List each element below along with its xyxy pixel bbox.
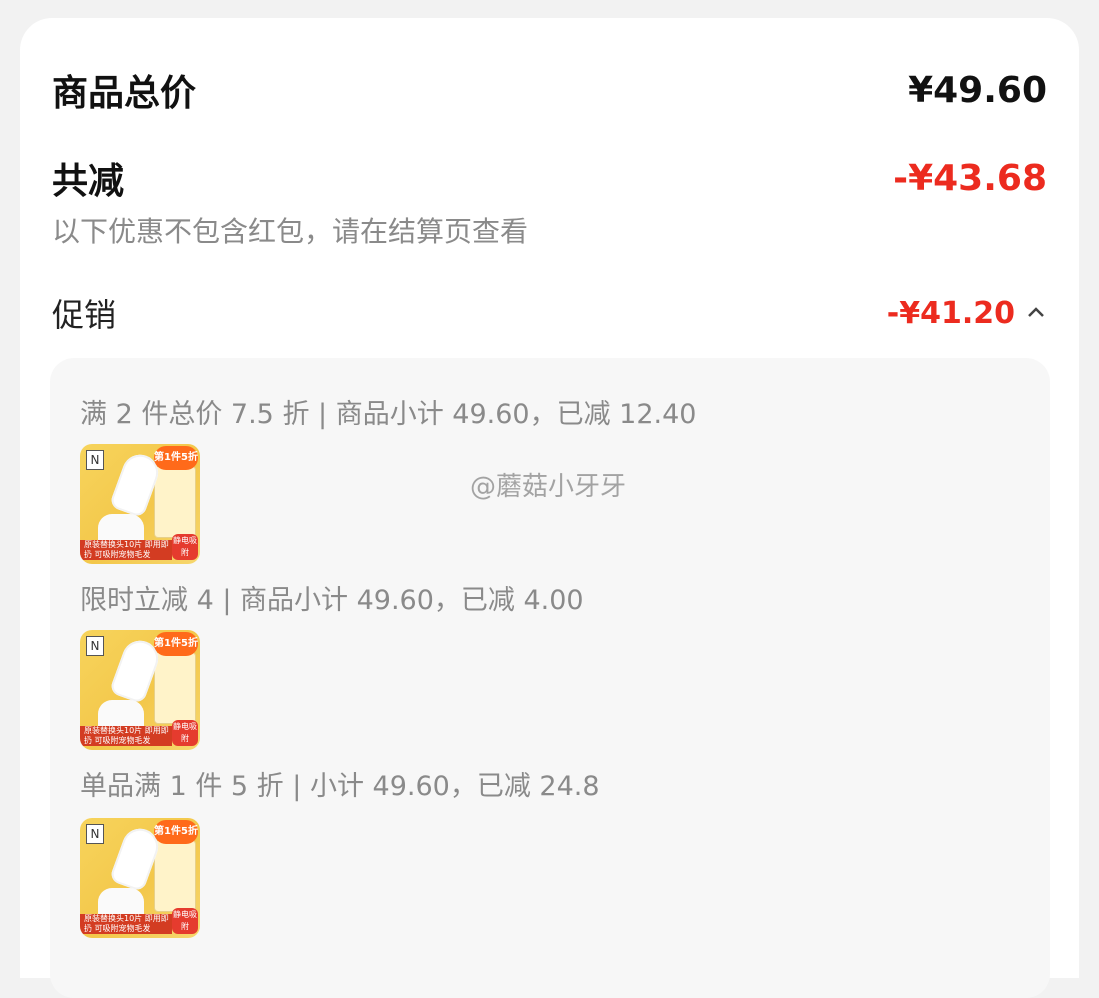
total-value: ¥49.60 bbox=[908, 69, 1047, 111]
product-package bbox=[154, 840, 196, 912]
brand-logo: N bbox=[86, 824, 104, 844]
discount-badge: 第1件5折 bbox=[154, 820, 198, 844]
total-label: 商品总价 bbox=[52, 73, 197, 114]
product-thumbnail[interactable]: N 第1件5折 静电吸附 原装替换头10片 即用即扔 可吸附宠物毛发 bbox=[80, 818, 200, 938]
brand-logo: N bbox=[86, 636, 104, 656]
promotion-row[interactable]: 促销 -¥41.20 bbox=[52, 290, 1047, 336]
product-thumbnail[interactable]: N 第1件5折 静电吸附 原装替换头10片 即用即扔 可吸附宠物毛发 bbox=[80, 444, 200, 564]
discount-label: 共减 bbox=[52, 161, 125, 202]
promo-item-1: 满 2 件总价 7.5 折 | 商品小计 49.60，已减 12.40 bbox=[80, 399, 697, 430]
promotion-amount[interactable]: -¥41.20 bbox=[887, 296, 1047, 331]
product-package bbox=[154, 466, 196, 538]
feature-badge: 静电吸附 bbox=[172, 908, 198, 934]
brand-logo: N bbox=[86, 450, 104, 470]
promotion-label: 促销 bbox=[52, 296, 117, 334]
product-caption: 原装替换头10片 即用即扔 可吸附宠物毛发 bbox=[80, 726, 172, 746]
watermark: @蘑菇小牙牙 bbox=[470, 472, 627, 502]
discount-badge: 第1件5折 bbox=[154, 632, 198, 656]
feature-badge: 静电吸附 bbox=[172, 720, 198, 746]
discount-badge: 第1件5折 bbox=[154, 446, 198, 470]
total-row: 商品总价 ¥49.60 bbox=[52, 64, 1047, 116]
product-thumbnail[interactable]: N 第1件5折 静电吸附 原装替换头10片 即用即扔 可吸附宠物毛发 bbox=[80, 630, 200, 750]
feature-badge: 静电吸附 bbox=[172, 534, 198, 560]
discount-note: 以下优惠不包含红包，请在结算页查看 bbox=[52, 215, 529, 248]
product-package bbox=[154, 652, 196, 724]
product-caption: 原装替换头10片 即用即扔 可吸附宠物毛发 bbox=[80, 540, 172, 560]
promo-item-2: 限时立减 4 | 商品小计 49.60，已减 4.00 bbox=[80, 585, 584, 616]
discount-row: 共减 -¥43.68 bbox=[52, 152, 1047, 204]
promo-item-3: 单品满 1 件 5 折 | 小计 49.60，已减 24.8 bbox=[80, 771, 600, 802]
product-caption: 原装替换头10片 即用即扔 可吸附宠物毛发 bbox=[80, 914, 172, 934]
discount-value: -¥43.68 bbox=[893, 157, 1047, 199]
chevron-up-icon[interactable] bbox=[1025, 302, 1047, 324]
promotion-value: -¥41.20 bbox=[886, 295, 1015, 331]
promotion-detail-panel: 满 2 件总价 7.5 折 | 商品小计 49.60，已减 12.40 N 第1… bbox=[50, 358, 1050, 998]
